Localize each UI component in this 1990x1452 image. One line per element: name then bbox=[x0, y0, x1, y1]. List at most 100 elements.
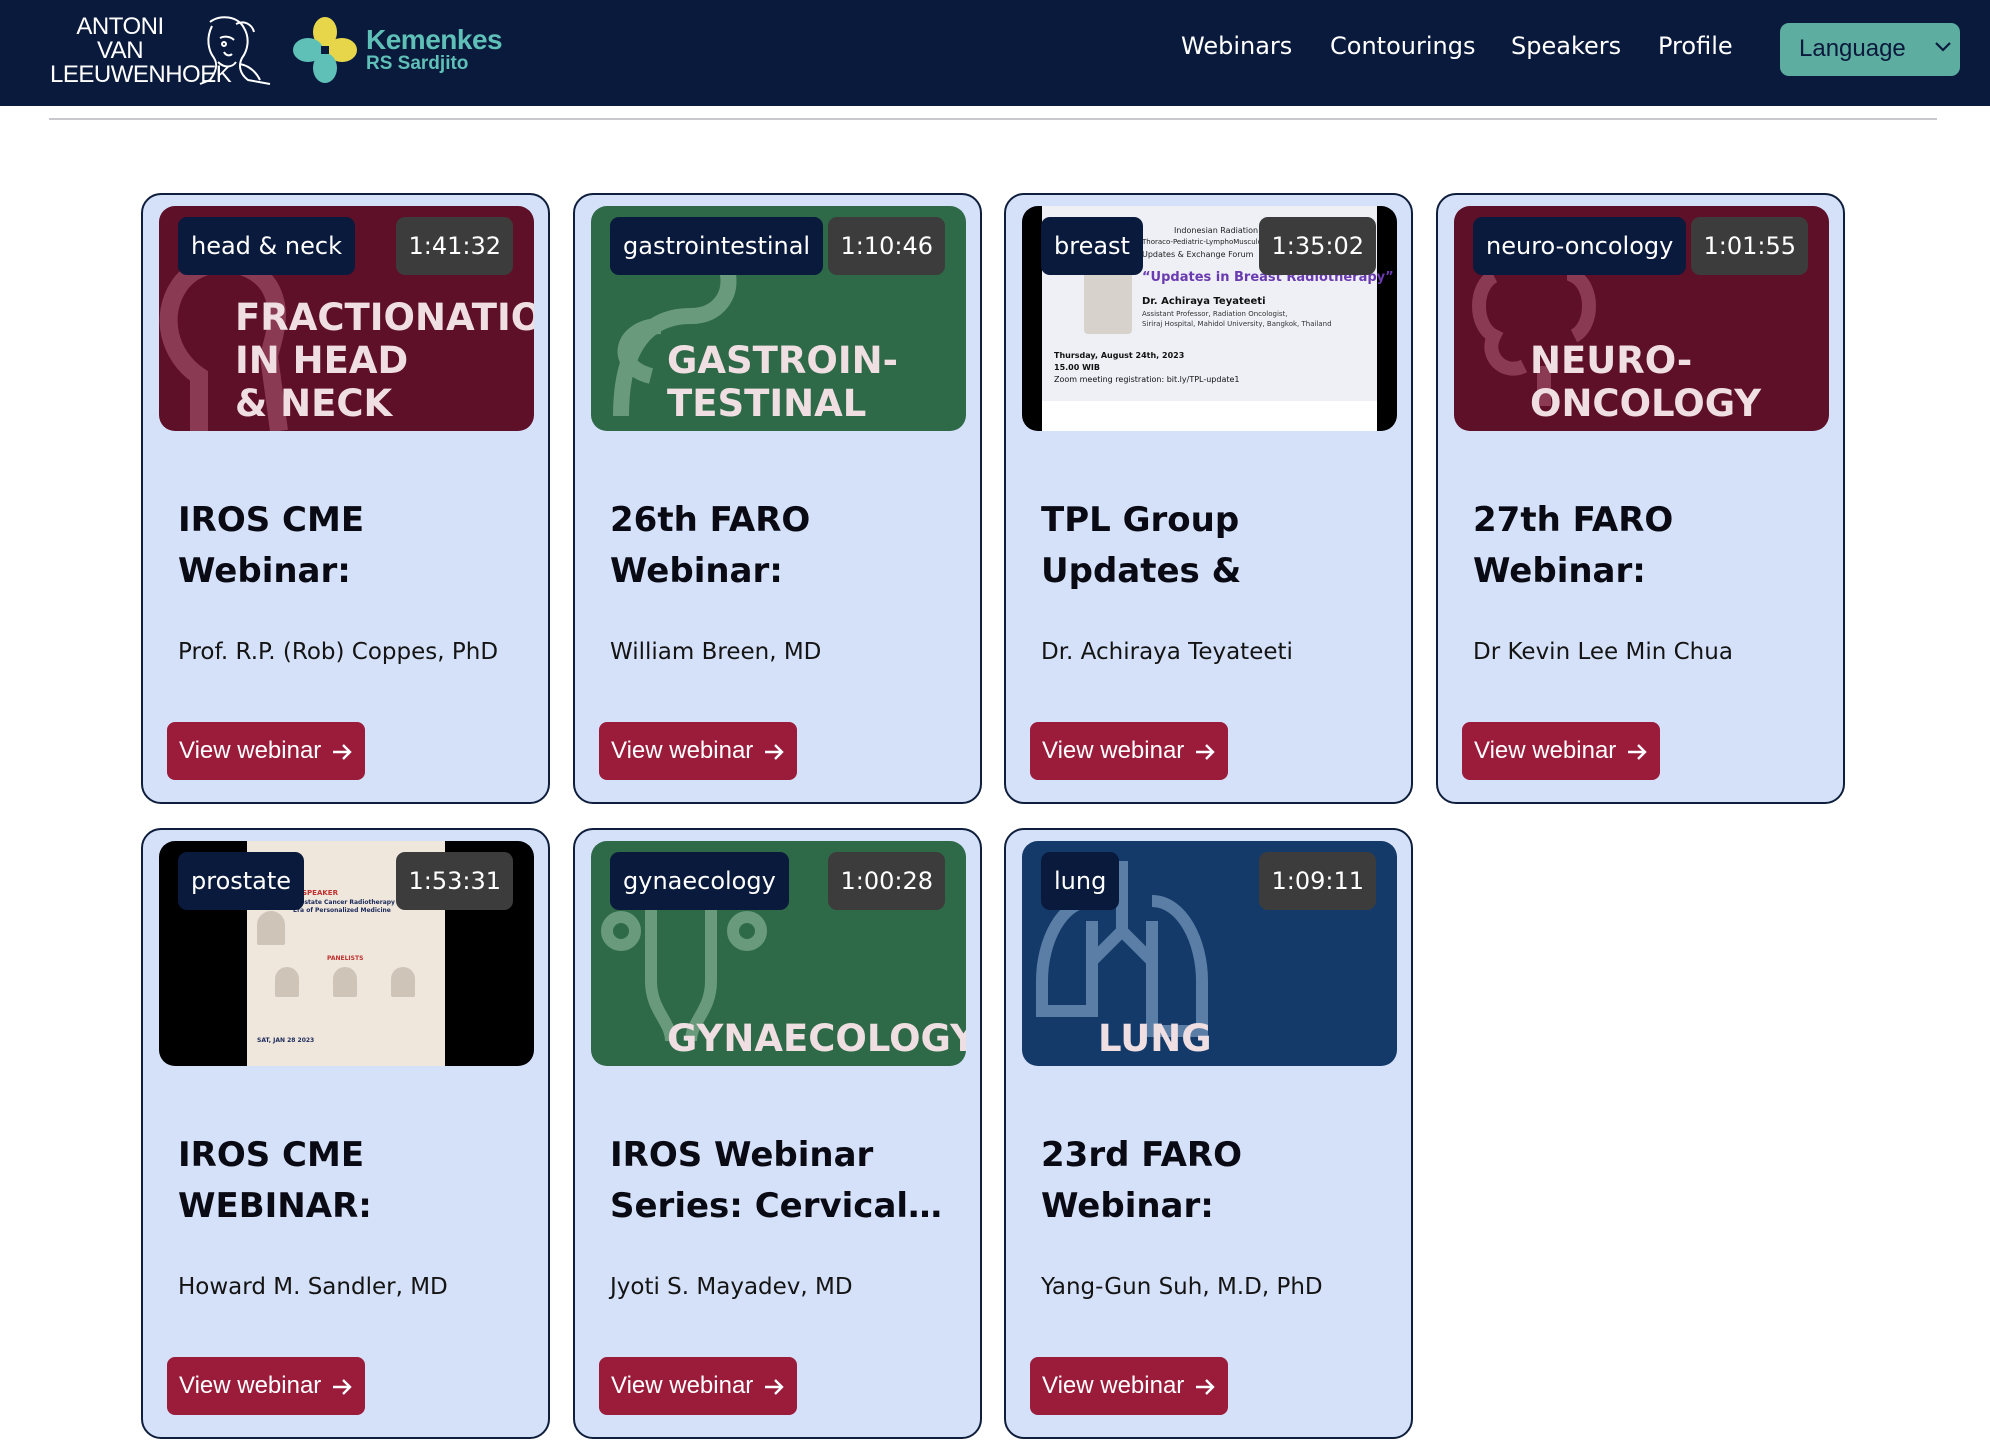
view-webinar-label: View webinar bbox=[1474, 737, 1617, 764]
webinar-card[interactable]: FRACTIONATION IN HEAD & NECK head & neck… bbox=[141, 193, 550, 804]
avl-logo[interactable]: ANTONI VAN LEEUWENHOEK bbox=[50, 12, 275, 90]
webinar-title[interactable]: 27th FARO Webinar: Radiotherapy for… bbox=[1473, 495, 1828, 597]
header-divider bbox=[49, 118, 1937, 120]
webinar-speaker: Jyoti S. Mayadev, MD bbox=[610, 1274, 853, 1300]
view-webinar-label: View webinar bbox=[179, 1372, 322, 1399]
poster-text: Dr. Achiraya Teyateeti bbox=[1142, 296, 1266, 307]
webinar-speaker: Yang-Gun Suh, M.D, PhD bbox=[1041, 1274, 1323, 1300]
view-webinar-label: View webinar bbox=[179, 737, 322, 764]
category-tag: gastrointestinal bbox=[610, 217, 824, 275]
webinar-title[interactable]: 26th FARO Webinar: Updated… bbox=[610, 495, 965, 597]
webinar-card[interactable]: SPEAKER Prostate Cancer Radiotherapy in … bbox=[141, 828, 550, 1439]
webinar-thumbnail[interactable]: GASTROIN- TESTINAL gastrointestinal 1:10… bbox=[591, 206, 966, 431]
leeuwenhoek-portrait-icon bbox=[199, 16, 271, 85]
kemenkes-flower-icon bbox=[293, 17, 357, 83]
category-tag: prostate bbox=[178, 852, 305, 910]
duration-badge: 1:00:28 bbox=[828, 852, 945, 910]
webinar-title[interactable]: IROS CME WEBINAR: Keynot… bbox=[178, 1130, 533, 1232]
thumbnail-text-line: IN HEAD bbox=[235, 339, 409, 382]
chevron-down-icon bbox=[1935, 42, 1951, 52]
webinar-title[interactable]: 23rd FARO Webinar: Radiotherapy for… bbox=[1041, 1130, 1396, 1232]
view-webinar-button[interactable]: View webinar bbox=[1462, 722, 1661, 780]
webinar-card[interactable]: NEURO- ONCOLOGY neuro-oncology 1:01:55 2… bbox=[1436, 193, 1845, 804]
language-dropdown[interactable]: Language bbox=[1780, 23, 1960, 76]
webinar-card[interactable]: LUNG lung 1:09:11 23rd FARO Webinar: Rad… bbox=[1004, 828, 1413, 1439]
poster-text: Thursday, August 24th, 2023 bbox=[1054, 351, 1185, 360]
thumbnail-text-line: FRACTIONATION bbox=[235, 296, 534, 339]
duration-badge: 1:35:02 bbox=[1259, 217, 1376, 275]
arrow-right-icon bbox=[333, 744, 353, 760]
webinar-thumbnail[interactable]: NEURO- ONCOLOGY neuro-oncology 1:01:55 bbox=[1454, 206, 1829, 431]
view-webinar-label: View webinar bbox=[1042, 737, 1185, 764]
thumbnail-text-line: GYNAECOLOGY bbox=[667, 1017, 966, 1060]
webinar-card[interactable]: GYNAECOLOGY gynaecology 1:00:28 IROS Web… bbox=[573, 828, 982, 1439]
arrow-right-icon bbox=[765, 744, 785, 760]
duration-badge: 1:41:32 bbox=[396, 217, 513, 275]
kemenkes-logo[interactable]: Kemenkes RS Sardjito bbox=[292, 16, 503, 86]
top-navbar: ANTONI VAN LEEUWENHOEK Kemenkes RS Sardj… bbox=[0, 0, 1990, 106]
speaker-photo bbox=[257, 911, 285, 945]
thumbnail-text-line: NEURO- bbox=[1530, 339, 1693, 382]
webinar-thumbnail[interactable]: FRACTIONATION IN HEAD & NECK head & neck… bbox=[159, 206, 534, 431]
panelist-photo bbox=[275, 967, 299, 997]
avl-logo-line-3: LEEUWENHOEK bbox=[50, 61, 232, 88]
poster-text: Updates & Exchange Forum bbox=[1142, 250, 1254, 259]
view-webinar-button[interactable]: View webinar bbox=[1030, 722, 1229, 780]
poster-text: SAT, JAN 28 2023 bbox=[257, 1037, 315, 1044]
webinar-speaker: Dr Kevin Lee Min Chua bbox=[1473, 639, 1733, 665]
view-webinar-button[interactable]: View webinar bbox=[599, 1357, 798, 1415]
poster-text: SPEAKER bbox=[302, 889, 338, 897]
webinar-card[interactable]: Indonesian Radiation Oncology Thoraco-Pe… bbox=[1004, 193, 1413, 804]
arrow-right-icon bbox=[1628, 744, 1648, 760]
category-tag: breast bbox=[1041, 217, 1143, 275]
view-webinar-label: View webinar bbox=[611, 1372, 754, 1399]
category-tag: gynaecology bbox=[610, 852, 789, 910]
poster-text: Siriraj Hospital, Mahidol University, Ba… bbox=[1142, 320, 1332, 328]
view-webinar-button[interactable]: View webinar bbox=[1030, 1357, 1229, 1415]
view-webinar-button[interactable]: View webinar bbox=[167, 722, 366, 780]
nav-link-speakers[interactable]: Speakers bbox=[1511, 32, 1621, 60]
poster-text: Zoom meeting registration: bit.ly/TPL-up… bbox=[1054, 375, 1240, 384]
thumbnail-text-line: ONCOLOGY bbox=[1530, 382, 1762, 425]
webinar-speaker: Prof. R.P. (Rob) Coppes, PhD bbox=[178, 639, 499, 665]
webinar-title[interactable]: TPL Group Updates & Exchange Foru… bbox=[1041, 495, 1396, 597]
view-webinar-button[interactable]: View webinar bbox=[599, 722, 798, 780]
thumbnail-text-line: TESTINAL bbox=[667, 382, 867, 425]
category-tag: neuro-oncology bbox=[1473, 217, 1687, 275]
webinar-thumbnail[interactable]: Indonesian Radiation Oncology Thoraco-Pe… bbox=[1022, 206, 1397, 431]
thumbnail-text-line: & NECK bbox=[235, 382, 393, 425]
arrow-right-icon bbox=[333, 1379, 353, 1395]
duration-badge: 1:53:31 bbox=[396, 852, 513, 910]
view-webinar-label: View webinar bbox=[1042, 1372, 1185, 1399]
webinar-thumbnail[interactable]: GYNAECOLOGY gynaecology 1:00:28 bbox=[591, 841, 966, 1066]
view-webinar-button[interactable]: View webinar bbox=[167, 1357, 366, 1415]
poster-text: PANELISTS bbox=[327, 955, 364, 962]
thumbnail-text-line: LUNG bbox=[1098, 1017, 1212, 1060]
arrow-right-icon bbox=[1196, 744, 1216, 760]
webinar-speaker: William Breen, MD bbox=[610, 639, 822, 665]
webinar-title[interactable]: IROS CME Webinar: Fractionation in… bbox=[178, 495, 533, 597]
duration-badge: 1:01:55 bbox=[1691, 217, 1808, 275]
view-webinar-label: View webinar bbox=[611, 737, 754, 764]
duration-badge: 1:10:46 bbox=[828, 217, 945, 275]
language-label: Language bbox=[1799, 35, 1906, 62]
kemenkes-subtitle: RS Sardjito bbox=[366, 53, 469, 74]
arrow-right-icon bbox=[1196, 1379, 1216, 1395]
duration-badge: 1:09:11 bbox=[1259, 852, 1376, 910]
webinar-thumbnail[interactable]: LUNG lung 1:09:11 bbox=[1022, 841, 1397, 1066]
nav-link-contourings[interactable]: Contourings bbox=[1330, 32, 1475, 60]
category-tag: head & neck bbox=[178, 217, 355, 275]
webinar-card[interactable]: GASTROIN- TESTINAL gastrointestinal 1:10… bbox=[573, 193, 982, 804]
webinar-thumbnail[interactable]: SPEAKER Prostate Cancer Radiotherapy in … bbox=[159, 841, 534, 1066]
nav-link-profile[interactable]: Profile bbox=[1658, 32, 1733, 60]
panelist-photo bbox=[333, 967, 357, 997]
thumbnail-text-line: GASTROIN- bbox=[667, 339, 898, 382]
poster-text: Era of Personalized Medicine bbox=[293, 907, 391, 914]
panelist-photo bbox=[391, 967, 415, 997]
avl-logo-line-2: VAN bbox=[96, 37, 144, 64]
avl-logo-line-1: ANTONI bbox=[76, 13, 164, 40]
category-tag: lung bbox=[1041, 852, 1120, 910]
kemenkes-name: Kemenkes bbox=[366, 24, 503, 55]
webinar-title[interactable]: IROS Webinar Series: Cervical… bbox=[610, 1130, 965, 1232]
nav-link-webinars[interactable]: Webinars bbox=[1181, 32, 1292, 60]
